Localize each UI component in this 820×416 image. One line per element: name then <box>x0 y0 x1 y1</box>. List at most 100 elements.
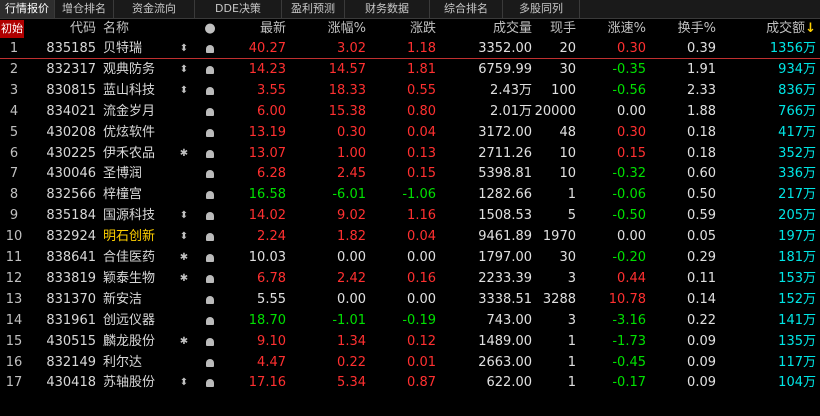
row-index: 15 <box>5 333 23 349</box>
bell-icon[interactable] <box>202 248 218 268</box>
bell-icon[interactable] <box>202 164 218 184</box>
bell-icon[interactable] <box>202 353 218 373</box>
col-name-header[interactable]: 名称 <box>103 19 175 39</box>
current-lot: 10 <box>559 166 576 182</box>
stock-code: 831961 <box>46 312 96 328</box>
table-row[interactable]: 10 832924 明石创新 ⬍ 2.24 1.82 0.04 9461.89 1970 0.00… <box>0 227 820 247</box>
change-speed: -0.50 <box>612 208 646 224</box>
flag-icon: ⬍ <box>179 63 189 75</box>
table-row[interactable]: 3 830815 蓝山科技 ⬍ 3.55 18.33 0.55 2.43万 100 -0.56 2.… <box>0 81 820 101</box>
table-row[interactable]: 9 835184 国源科技 ⬍ 14.02 9.02 1.16 1508.53 5 -0.50 0.… <box>0 206 820 226</box>
tab-5[interactable]: 财务数据 <box>345 0 430 18</box>
bell-icon[interactable] <box>202 311 218 331</box>
change-abs: 0.00 <box>407 250 436 265</box>
table-row[interactable]: 11 838641 合佳医药 ✱ 10.03 0.00 0.00 1797.00 30 -0.20… <box>0 248 820 268</box>
init-badge[interactable]: 初始 <box>0 20 24 38</box>
current-lot: 1 <box>567 333 576 349</box>
tab-2[interactable]: 资金流向 <box>114 0 195 18</box>
bell-icon[interactable] <box>202 185 218 205</box>
bell-icon[interactable] <box>202 60 218 80</box>
amount: 135万 <box>778 333 816 349</box>
current-lot: 48 <box>559 124 576 140</box>
tab-3[interactable]: DDE决策 <box>195 0 282 18</box>
tab-0[interactable]: 行情报价 <box>0 0 55 18</box>
col-last-header[interactable]: 最新 <box>228 19 286 39</box>
stock-code: 832566 <box>46 187 96 203</box>
turnover: 0.59 <box>687 208 716 224</box>
change-speed: -0.56 <box>612 82 646 98</box>
stock-name: 颖泰生物 <box>103 270 156 286</box>
row-index: 5 <box>9 124 19 140</box>
last-price: 3.55 <box>257 82 286 98</box>
table-row[interactable]: 4 834021 流金岁月 6.00 15.38 0.80 2.01万 20000 0.00 1.… <box>0 102 820 122</box>
change-pct: 15.38 <box>328 103 366 119</box>
table-row[interactable]: 2 832317 观典防务 ⬍ 14.23 14.57 1.81 6759.99 30 -0.35… <box>0 60 820 80</box>
volume: 2.43万 <box>490 82 532 98</box>
bell-icon[interactable] <box>202 332 218 352</box>
table-row[interactable]: 14 831961 创远仪器 18.70 -1.01 -0.19 743.00 3 -3.16 0… <box>0 311 820 331</box>
flag-icon <box>177 102 191 122</box>
tab-6[interactable]: 综合排名 <box>430 0 503 18</box>
turnover: 0.05 <box>687 229 716 245</box>
change-pct: 1.82 <box>337 229 366 245</box>
last-price: 6.28 <box>257 166 286 182</box>
col-now-header[interactable]: 现手 <box>534 19 576 39</box>
table-row[interactable]: 15 430515 麟龙股份 ✱ 9.10 1.34 0.12 1489.00 1 -1.73 0.… <box>0 332 820 352</box>
last-price: 2.24 <box>257 229 286 245</box>
bell-icon[interactable] <box>202 123 218 143</box>
col-amt-header[interactable]: 成交额↓ <box>720 19 816 39</box>
tab-4[interactable]: 盈利预测 <box>282 0 345 18</box>
row-index: 4 <box>9 103 19 119</box>
stock-name: 流金岁月 <box>103 103 156 119</box>
table-row[interactable]: 6 430225 伊禾农品 ✱ 13.07 1.00 0.13 2711.26 10 0.15 0.… <box>0 144 820 164</box>
turnover: 0.29 <box>687 250 716 265</box>
amount: 181万 <box>778 250 816 265</box>
change-abs: 0.01 <box>407 354 436 370</box>
tab-7[interactable]: 多股同列 <box>503 0 580 18</box>
tab-1[interactable]: 增仓排名 <box>55 0 114 18</box>
stock-code: 430418 <box>46 375 96 391</box>
table-row[interactable]: 16 832149 利尔达 4.47 0.22 0.01 2663.00 1 -0.45 0.09… <box>0 353 820 373</box>
volume: 9461.89 <box>478 229 532 245</box>
bell-icon[interactable] <box>202 290 218 310</box>
stock-name: 梓橦宫 <box>103 187 143 203</box>
flag-icon <box>177 123 191 143</box>
bell-icon[interactable] <box>202 373 218 393</box>
table-row[interactable]: 5 430208 优炫软件 13.19 0.30 0.04 3172.00 48 0.30 0.1… <box>0 123 820 143</box>
change-pct: 14.57 <box>328 61 366 77</box>
table-row[interactable]: 13 831370 新安洁 5.55 0.00 0.00 3338.51 3288 10.78 0… <box>0 290 820 310</box>
bell-icon[interactable] <box>202 81 218 101</box>
last-price: 17.16 <box>248 375 286 391</box>
row-index: 1 <box>9 41 19 56</box>
volume: 3352.00 <box>478 41 532 56</box>
bell-icon[interactable] <box>202 144 218 164</box>
dot-column-header[interactable]: ● <box>202 19 218 39</box>
col-turn-header[interactable]: 换手% <box>650 19 716 39</box>
col-pct-header[interactable]: 涨幅% <box>296 19 366 39</box>
table-row[interactable]: 12 833819 颖泰生物 ✱ 6.78 2.42 0.16 2233.39 3 0.44 0.1… <box>0 269 820 289</box>
turnover: 0.09 <box>687 333 716 349</box>
change-speed: 0.44 <box>617 270 646 286</box>
bell-icon[interactable] <box>202 269 218 289</box>
change-pct: -1.01 <box>332 312 366 328</box>
col-chg-header[interactable]: 涨跌 <box>372 19 436 39</box>
bell-icon[interactable] <box>202 102 218 122</box>
volume: 2663.00 <box>478 354 532 370</box>
table-row[interactable]: 8 832566 梓橦宫 16.58 -6.01 -1.06 1282.66 1 -0.06 0.… <box>0 185 820 205</box>
col-vol-header[interactable]: 成交量 <box>440 19 532 39</box>
bell-icon[interactable] <box>202 227 218 247</box>
change-pct: 0.22 <box>337 354 366 370</box>
bell-icon[interactable] <box>202 206 218 226</box>
col-spd-header[interactable]: 涨速% <box>580 19 646 39</box>
change-abs: 1.18 <box>407 41 436 56</box>
table-row[interactable]: 7 430046 圣博润 6.28 2.45 0.15 5398.81 10 -0.32 0.60… <box>0 164 820 184</box>
amount: 205万 <box>778 208 816 224</box>
change-speed: -0.45 <box>612 354 646 370</box>
table-row[interactable]: 17 430418 苏轴股份 ⬍ 17.16 5.34 0.87 622.00 1 -0.17 0.… <box>0 373 820 393</box>
bell-icon[interactable] <box>202 39 218 59</box>
stock-name: 麟龙股份 <box>103 333 156 349</box>
turnover: 0.11 <box>687 270 716 286</box>
row-index: 3 <box>9 82 19 98</box>
col-code-header[interactable]: 代码 <box>34 19 96 39</box>
table-row[interactable]: 1 835185 贝特瑞 ⬍ 40.27 3.02 1.18 3352.00 20 0.30 0.3… <box>0 39 820 59</box>
